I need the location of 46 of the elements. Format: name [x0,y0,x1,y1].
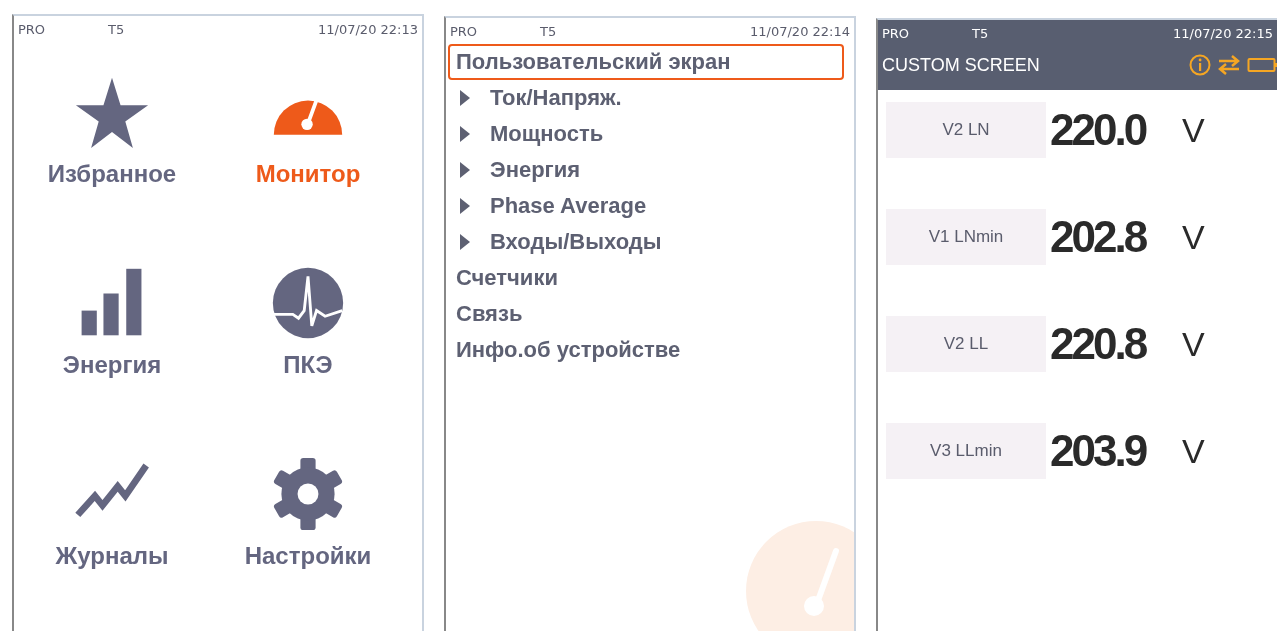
heartbeat-icon[interactable] [270,265,346,341]
measurement-value: 220.8 [1049,319,1147,369]
datetime-label: 11/07/20 22:14 [750,23,850,39]
menu-item[interactable]: Счетчики [448,260,844,296]
tile-label[interactable]: ПКЭ [283,351,333,379]
expand-arrow-icon [460,162,470,178]
expand-arrow-icon [460,126,470,142]
measurement-label: V2 LL [886,316,1046,372]
menu-item[interactable]: Инфо.об устройстве [448,332,844,368]
unit-label: V [1182,324,1205,364]
unit-label: V [1182,431,1205,471]
expand-arrow-icon [460,234,470,250]
device-label: T5 [972,25,990,41]
tile-label[interactable]: Избранное [47,160,177,188]
tile-label[interactable]: Монитор [255,160,361,188]
datetime-label: 11/07/20 22:13 [318,21,418,37]
mode-label: PRO [882,25,911,41]
measurement-value: 202.8 [1049,212,1147,262]
expand-arrow-icon [460,90,470,106]
menu-item[interactable]: Входы/Выходы [448,224,844,260]
menu-item[interactable]: Энергия [448,152,844,188]
unit-label: V [1182,217,1205,257]
measurement-label: V2 LN [886,102,1046,158]
measurement-value: 220.0 [1049,105,1147,155]
menu-item[interactable]: Пользовательский экран [448,44,844,80]
measurement-label: V3 LLmin [886,423,1046,479]
mode-label: PRO [450,23,479,39]
expand-arrow-icon [460,198,470,214]
tile-label[interactable]: Журналы [55,542,169,570]
menu-item[interactable]: Ток/Напряж. [448,80,844,116]
device-label: T5 [540,23,558,39]
measurement-value: 203.9 [1049,426,1147,476]
menu-item[interactable]: Phase Average [448,188,844,224]
tile-label[interactable]: Настройки [244,542,372,570]
measurement-label: V1 LNmin [886,209,1046,265]
tile-label[interactable]: Энергия [62,351,162,379]
info-icon[interactable] [1189,54,1211,76]
unit-label: V [1182,110,1205,150]
swap-arrows-icon[interactable] [1217,55,1241,75]
mode-label: PRO [18,21,47,37]
menu-item[interactable]: Связь [448,296,844,332]
menu-item[interactable]: Мощность [448,116,844,152]
screen-title: CUSTOM SCREEN [882,54,1040,76]
device-label: T5 [108,21,126,37]
datetime-label: 11/07/20 22:15 [1173,25,1273,41]
battery-icon [1247,57,1277,73]
